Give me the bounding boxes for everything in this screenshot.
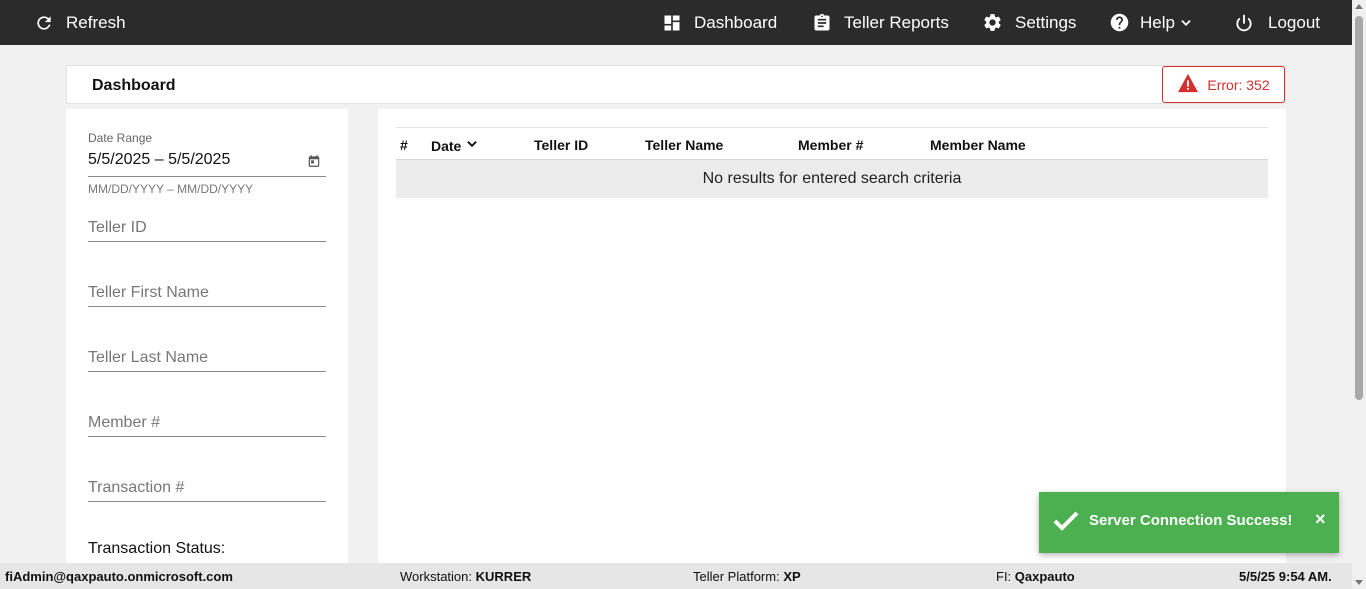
column-header-member-name[interactable]: Member Name <box>930 137 1026 153</box>
check-icon <box>1053 510 1079 537</box>
column-header-number[interactable]: # <box>400 137 408 153</box>
footer-workstation-value: KURRER <box>475 569 532 584</box>
member-number-field[interactable] <box>88 405 326 437</box>
nav-help-label: Help <box>1140 12 1175 32</box>
footer-datetime: 5/5/25 9:54 AM. <box>1239 569 1332 584</box>
success-toast: Server Connection Success! × <box>1039 492 1339 553</box>
transaction-status-label: Transaction Status: <box>88 540 226 557</box>
column-header-teller-id[interactable]: Teller ID <box>534 137 588 153</box>
error-label: Error: 352 <box>1207 76 1270 93</box>
footer-fi-value: Qaxpauto <box>1014 569 1075 584</box>
footer-user: fiAdmin@qaxpauto.onmicrosoft.com <box>5 569 233 584</box>
teller-id-input[interactable] <box>88 210 326 240</box>
footer-fi-label: FI: <box>996 569 1012 584</box>
nav-settings[interactable]: Settings <box>982 0 1076 45</box>
scrollbar-thumb[interactable] <box>1355 16 1363 400</box>
gear-icon <box>982 12 1003 33</box>
nav-teller-reports[interactable]: Teller Reports <box>812 0 949 45</box>
nav-dashboard[interactable]: Dashboard <box>662 0 777 45</box>
help-circle-icon <box>1109 12 1130 33</box>
toast-close-button[interactable]: × <box>1315 509 1326 530</box>
status-footer: fiAdmin@qaxpauto.onmicrosoft.com Worksta… <box>0 563 1352 589</box>
nav-logout-label: Logout <box>1268 12 1320 32</box>
footer-teller-platform-value: XP <box>783 569 801 584</box>
transaction-number-field[interactable] <box>88 470 326 502</box>
nav-logout[interactable]: Logout <box>1234 0 1320 45</box>
page-title: Dashboard <box>92 77 176 94</box>
member-number-input[interactable] <box>88 405 326 435</box>
toast-message: Server Connection Success! <box>1089 512 1293 529</box>
dashboard-icon <box>662 13 682 33</box>
footer-workstation-label: Workstation: <box>400 569 473 584</box>
vertical-scrollbar[interactable] <box>1352 0 1366 589</box>
top-nav-bar: Refresh Dashboard Teller Reports Setting… <box>0 0 1352 45</box>
results-table-header: # Date Teller ID Teller Name Member # Me… <box>396 127 1268 160</box>
column-header-member-name-label: Member Name <box>930 137 1026 153</box>
footer-teller-platform-label: Teller Platform: <box>693 569 780 584</box>
calendar-icon[interactable] <box>307 154 321 173</box>
error-badge[interactable]: Error: 352 <box>1162 66 1285 103</box>
footer-teller-platform: Teller Platform: XP <box>693 569 801 584</box>
nav-dashboard-label: Dashboard <box>694 12 778 32</box>
scroll-down-arrow-icon[interactable] <box>1355 580 1363 585</box>
nav-settings-label: Settings <box>1015 12 1077 32</box>
date-range-input[interactable]: 5/5/2025 – 5/5/2025 <box>88 151 230 169</box>
date-range-underline <box>88 176 326 177</box>
refresh-button[interactable]: Refresh <box>34 0 126 45</box>
power-icon <box>1234 13 1254 33</box>
teller-first-name-field[interactable] <box>88 275 326 307</box>
date-range-hint: MM/DD/YYYY – MM/DD/YYYY <box>88 182 254 196</box>
refresh-label: Refresh <box>66 12 126 32</box>
page-header: Dashboard Error: 352 <box>66 65 1286 104</box>
footer-fi: FI: Qaxpauto <box>996 569 1075 584</box>
teller-last-name-field[interactable] <box>88 340 326 372</box>
transaction-number-input[interactable] <box>88 470 326 500</box>
no-results-message: No results for entered search criteria <box>396 160 1268 198</box>
chevron-down-icon <box>1179 16 1193 30</box>
date-range-label: Date Range <box>88 131 153 145</box>
scroll-up-arrow-icon[interactable] <box>1355 4 1363 9</box>
column-header-teller-id-label: Teller ID <box>534 137 589 153</box>
column-header-teller-name-label: Teller Name <box>645 137 724 153</box>
column-header-member-number[interactable]: Member # <box>798 137 863 153</box>
column-header-number-label: # <box>400 137 408 153</box>
teller-id-field[interactable] <box>88 210 326 242</box>
footer-workstation: Workstation: KURRER <box>400 569 531 584</box>
clipboard-icon <box>812 13 832 33</box>
warning-icon <box>1177 73 1207 96</box>
column-header-member-number-label: Member # <box>798 137 864 153</box>
column-header-date[interactable]: Date <box>431 137 479 154</box>
column-header-date-label: Date <box>431 137 462 154</box>
refresh-icon <box>34 13 54 33</box>
filter-panel: Date Range 5/5/2025 – 5/5/2025 MM/DD/YYY… <box>66 109 348 569</box>
sort-chevron-down-icon <box>461 137 479 154</box>
teller-first-name-input[interactable] <box>88 275 326 305</box>
column-header-teller-name[interactable]: Teller Name <box>645 137 723 153</box>
nav-teller-reports-label: Teller Reports <box>844 12 949 32</box>
nav-help-dropdown[interactable]: Help <box>1109 0 1193 45</box>
teller-last-name-input[interactable] <box>88 340 326 370</box>
